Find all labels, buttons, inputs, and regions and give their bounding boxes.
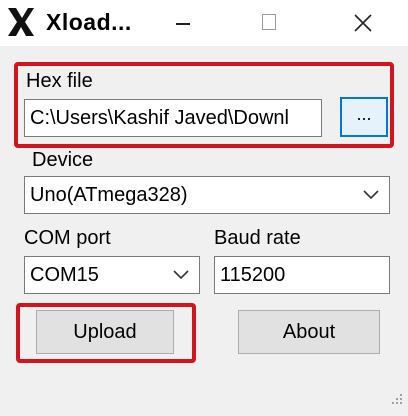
window-title: Xload... <box>46 9 132 35</box>
device-label: Device <box>32 149 94 171</box>
close-button[interactable] <box>340 6 386 40</box>
x-logo-icon <box>6 6 40 38</box>
maximize-button[interactable] <box>246 6 292 40</box>
chevron-down-icon <box>173 270 189 280</box>
hex-file-label: Hex file <box>26 70 93 92</box>
device-select[interactable]: Uno(ATmega328) <box>24 176 390 214</box>
chevron-down-icon <box>363 190 379 200</box>
title-bar: Xload... <box>0 0 408 46</box>
hex-file-path-field[interactable]: C:\Users\Kashif Javed\Downl <box>24 99 322 137</box>
upload-button[interactable]: Upload <box>36 310 174 354</box>
com-port-label: COM port <box>24 227 111 249</box>
com-port-selected-value: COM15 <box>30 264 99 286</box>
resize-grip[interactable] <box>388 392 404 408</box>
minimize-button[interactable] <box>160 6 206 40</box>
baud-rate-label: Baud rate <box>214 227 301 249</box>
baud-rate-field[interactable]: 115200 <box>214 256 390 294</box>
com-port-select[interactable]: COM15 <box>24 256 200 294</box>
close-icon <box>354 14 372 32</box>
about-button[interactable]: About <box>238 310 380 354</box>
browse-button[interactable]: ... <box>340 97 388 137</box>
device-selected-value: Uno(ATmega328) <box>30 184 188 206</box>
